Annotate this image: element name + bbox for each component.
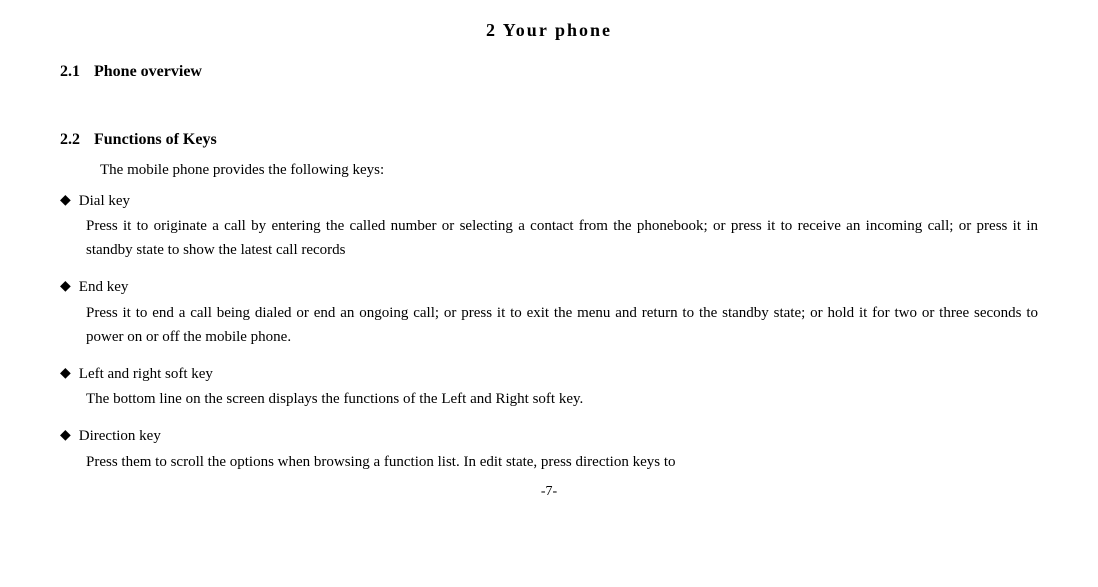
bullet-direction-key: ◆ Direction key Press them to scroll the… (60, 425, 1038, 474)
diamond-icon-4: ◆ (60, 427, 71, 444)
bullet-end-key-desc: Press it to end a call being dialed or e… (86, 301, 1038, 349)
diamond-icon-3: ◆ (60, 365, 71, 382)
section-21-heading: Phone overview (94, 63, 202, 81)
bullet-soft-key-desc: The bottom line on the screen displays t… (86, 387, 1038, 411)
diamond-icon-2: ◆ (60, 278, 71, 295)
diamond-icon-1: ◆ (60, 192, 71, 209)
bullet-end-key-label: End key (79, 276, 129, 299)
spacer-4 (60, 417, 1038, 425)
bullet-direction-key-label: Direction key (79, 425, 161, 448)
bullet-end-key: ◆ End key Press it to end a call being d… (60, 276, 1038, 349)
page-footer: -7- (60, 484, 1038, 500)
section-22-header: 2.2 Functions of Keys (60, 131, 1038, 155)
section-21-number: 2.1 (60, 63, 80, 81)
section-21-header: 2.1 Phone overview (60, 63, 1038, 87)
bullet-dial-key-label: Dial key (79, 190, 130, 213)
bullet-dial-key: ◆ Dial key Press it to originate a call … (60, 190, 1038, 263)
page-title: 2 Your phone (60, 20, 1038, 41)
bullet-direction-key-desc: Press them to scroll the options when br… (86, 450, 1038, 474)
section-22-intro: The mobile phone provides the following … (100, 159, 1038, 182)
bullet-direction-key-row: ◆ Direction key (60, 425, 1038, 448)
bullet-soft-key-label: Left and right soft key (79, 363, 213, 386)
spacer-1 (60, 91, 1038, 131)
bullet-dial-key-row: ◆ Dial key (60, 190, 1038, 213)
section-22-number: 2.2 (60, 131, 80, 149)
section-22-heading: Functions of Keys (94, 131, 217, 149)
bullet-end-key-row: ◆ End key (60, 276, 1038, 299)
spacer-2 (60, 268, 1038, 276)
bullet-dial-key-desc: Press it to originate a call by entering… (86, 214, 1038, 262)
spacer-3 (60, 355, 1038, 363)
bullet-soft-key: ◆ Left and right soft key The bottom lin… (60, 363, 1038, 412)
bullet-soft-key-row: ◆ Left and right soft key (60, 363, 1038, 386)
